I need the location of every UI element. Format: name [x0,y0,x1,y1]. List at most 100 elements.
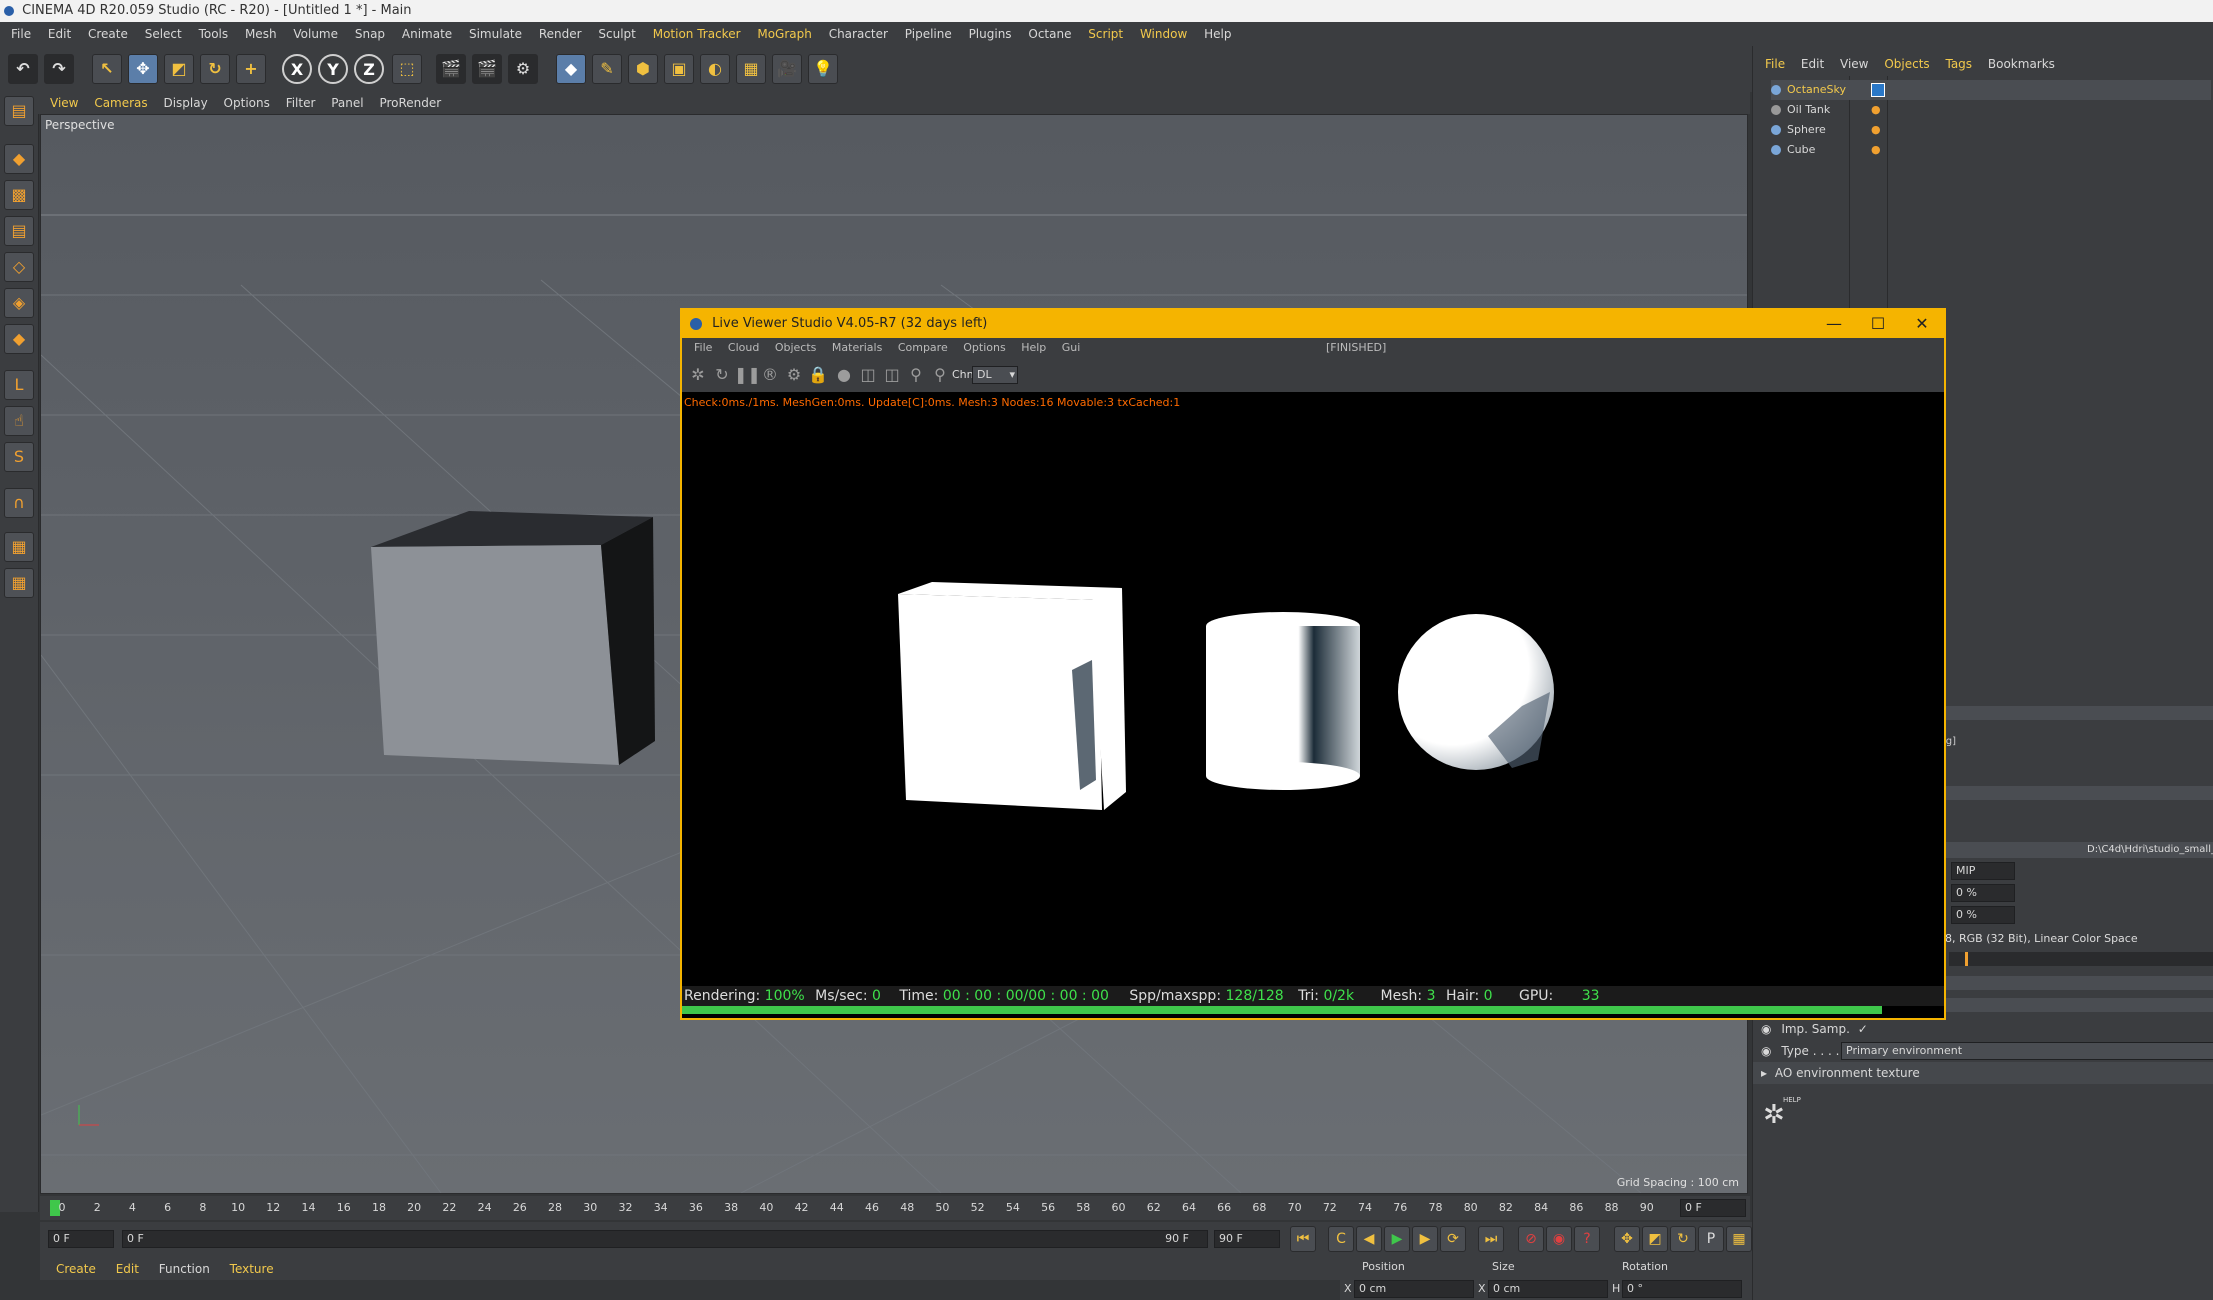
menu-file[interactable]: File [11,27,31,41]
lock-resolution-icon[interactable]: 🔒 [806,363,830,387]
lv-menu-help[interactable]: Help [1021,341,1046,354]
edges-mode-icon[interactable]: ◈ [4,288,34,318]
menu-tools[interactable]: Tools [199,27,229,41]
camera-icon[interactable]: 🎥 [772,54,802,84]
previous-key-icon[interactable]: C [1328,1226,1354,1252]
om-menu-file[interactable]: File [1765,57,1785,71]
expand-triangle-icon[interactable]: ▸ [1761,1066,1767,1080]
cube-primitive-icon[interactable]: ◆ [556,54,586,84]
render-settings-icon[interactable]: ⚙ [508,54,538,84]
viewport-menu-prorender[interactable]: ProRender [379,96,441,110]
z-axis-lock-button[interactable]: Z [354,54,384,84]
om-menu-view[interactable]: View [1840,57,1868,71]
menu-motion-tracker[interactable]: Motion Tracker [653,27,741,41]
mm-menu-texture[interactable]: Texture [230,1262,274,1276]
redo-icon[interactable]: ↷ [44,54,74,84]
record-keyframe-icon[interactable]: ⊘ [1518,1226,1544,1252]
point-level-key-icon[interactable]: ▦ [1726,1226,1752,1252]
ao-environment-section[interactable]: ▸ AO environment texture [1753,1062,2213,1084]
lv-menu-gui[interactable]: Gui [1062,341,1081,354]
rotation-h-field[interactable]: 0 ° [1622,1280,1742,1298]
film-region-icon[interactable]: ◫ [880,363,904,387]
planar-workplane-icon[interactable]: ▦ [4,568,34,598]
mm-menu-function[interactable]: Function [159,1262,210,1276]
timeline-ruler[interactable]: 0 2 4 6 8 10 12 14 16 18 20 22 24 26 28 30 32 34 36 38 40 42 4… [40,1196,1750,1220]
rotation-key-icon[interactable]: ↻ [1670,1226,1696,1252]
octane-environment-tag-icon[interactable] [1871,83,1885,97]
make-editable-icon[interactable]: ▤ [4,96,34,126]
region-render-icon[interactable]: ® [758,363,782,387]
material-tag-icon[interactable]: ● [1871,104,1881,115]
go-to-end-icon[interactable]: ⏭ [1478,1226,1504,1252]
menu-animate[interactable]: Animate [402,27,452,41]
next-frame-icon[interactable]: ▶ [1412,1226,1438,1252]
current-frame-field[interactable]: 0 F [1680,1199,1746,1217]
points-mode-icon[interactable]: ◇ [4,252,34,282]
scale-key-icon[interactable]: ◩ [1642,1226,1668,1252]
menu-script[interactable]: Script [1088,27,1123,41]
om-menu-tags[interactable]: Tags [1945,57,1972,71]
lv-menu-objects[interactable]: Objects [775,341,817,354]
om-menu-objects[interactable]: Objects [1884,57,1929,71]
channel-dropdown[interactable]: DL ▾ [972,366,1018,384]
menu-edit[interactable]: Edit [48,27,71,41]
y-axis-lock-button[interactable]: Y [318,54,348,84]
add-tool-icon[interactable]: + [236,54,266,84]
lv-menu-cloud[interactable]: Cloud [728,341,759,354]
frame-range-slider[interactable]: 0 F 90 F [122,1230,1208,1248]
material-tag-icon[interactable]: ● [1871,124,1881,135]
lv-menu-options[interactable]: Options [963,341,1005,354]
menu-volume[interactable]: Volume [293,27,338,41]
magnet-icon[interactable]: ∩ [4,488,34,518]
menu-create[interactable]: Create [88,27,128,41]
live-viewer-title-bar[interactable]: Live Viewer Studio V4.05-R7 (32 days lef… [682,310,1944,338]
menu-plugins[interactable]: Plugins [969,27,1012,41]
light-icon[interactable]: 💡 [808,54,838,84]
menu-pipeline[interactable]: Pipeline [905,27,952,41]
pick-material-icon[interactable]: ⚲ [928,363,952,387]
menu-select[interactable]: Select [145,27,182,41]
coordinate-system-icon[interactable]: ⬚ [392,54,422,84]
region-select-icon[interactable]: ◫ [856,363,880,387]
end-frame-field[interactable]: 90 F [1214,1230,1280,1248]
object-row-octanesky[interactable]: OctaneSky [1771,80,2211,100]
mm-menu-edit[interactable]: Edit [116,1262,139,1276]
lv-menu-materials[interactable]: Materials [832,341,882,354]
menu-mesh[interactable]: Mesh [245,27,277,41]
menu-octane[interactable]: Octane [1028,27,1071,41]
keyframe-selection-icon[interactable]: ? [1574,1226,1600,1252]
viewport-menu-filter[interactable]: Filter [286,96,316,110]
render-view-icon[interactable]: 🎬 [436,54,466,84]
octane-help-icon[interactable]: ✲ [1763,1100,1793,1130]
pause-render-icon[interactable]: ❚❚ [734,363,761,387]
previous-frame-icon[interactable]: ◀ [1356,1226,1382,1252]
subdivision-surface-icon[interactable]: ⬢ [628,54,658,84]
object-row-oil-tank[interactable]: Oil Tank ● [1771,100,2211,120]
menu-snap[interactable]: Snap [355,27,385,41]
start-frame-field[interactable]: 0 F [48,1230,114,1248]
polygons-mode-icon[interactable]: ◆ [4,324,34,354]
texture-mode-icon[interactable]: ▩ [4,180,34,210]
menu-render[interactable]: Render [539,27,582,41]
lv-menu-file[interactable]: File [694,341,712,354]
close-icon[interactable]: ✕ [1900,310,1944,338]
position-key-icon[interactable]: ✥ [1614,1226,1640,1252]
snap-icon[interactable]: S [4,442,34,472]
minimize-icon[interactable]: — [1812,310,1856,338]
attribute-slider-track[interactable] [1949,952,2213,966]
object-row-cube[interactable]: Cube ● [1771,140,2211,160]
x-axis-lock-button[interactable]: X [282,54,312,84]
menu-sculpt[interactable]: Sculpt [598,27,635,41]
undo-icon[interactable]: ↶ [8,54,38,84]
model-mode-icon[interactable]: ◆ [4,144,34,174]
hdri-path-value[interactable]: D:\C4d\Hdri\studio_small_ [2087,844,2213,855]
scale-tool-icon[interactable]: ◩ [164,54,194,84]
workplane-mode-icon[interactable]: ▤ [4,216,34,246]
render-picture-viewer-icon[interactable]: 🎬 [472,54,502,84]
parameter-key-icon[interactable]: P [1698,1226,1724,1252]
imp-samp-checkbox[interactable]: ✓ [1858,1022,1868,1036]
percent-field-1[interactable]: 0 % [1951,884,2015,902]
tweak-mode-icon[interactable]: ☝ [4,406,34,436]
settings-gear-icon[interactable]: ⚙ [782,363,806,387]
viewport-menu-view[interactable]: View [50,96,78,110]
